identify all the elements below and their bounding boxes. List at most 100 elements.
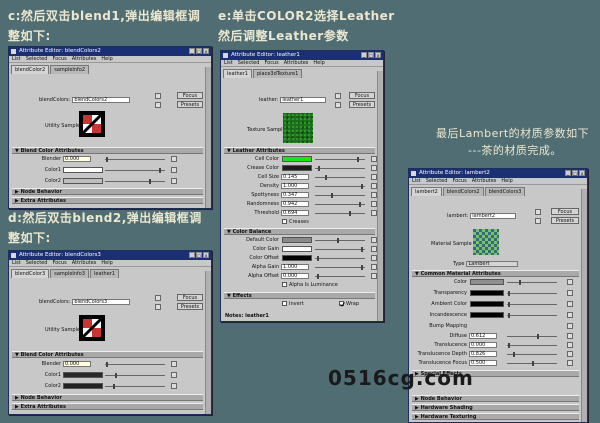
spottyness-slider[interactable] bbox=[315, 195, 365, 196]
color-map-button[interactable] bbox=[567, 279, 573, 285]
scrollbar[interactable] bbox=[581, 189, 587, 422]
alpha-is-luminance-checkbox[interactable] bbox=[282, 282, 287, 287]
type-select[interactable]: Lambert bbox=[466, 261, 519, 267]
maximize-button[interactable]: □ bbox=[368, 52, 374, 58]
blender-slider[interactable] bbox=[105, 364, 165, 365]
alpha-offset-field[interactable]: 0.000 bbox=[281, 273, 309, 279]
color-offset-slider[interactable] bbox=[315, 258, 365, 259]
color1-slider-knob[interactable] bbox=[159, 168, 161, 173]
menu-attributes[interactable]: Attributes bbox=[284, 60, 309, 66]
randomness-slider[interactable] bbox=[315, 204, 365, 205]
color1-slider[interactable] bbox=[105, 375, 165, 376]
close-button[interactable]: x bbox=[579, 170, 585, 176]
color-offset-swatch[interactable] bbox=[282, 255, 312, 261]
maximize-button[interactable]: □ bbox=[572, 170, 578, 176]
color1-swatch[interactable] bbox=[63, 167, 103, 173]
diffuse-map-button[interactable] bbox=[567, 333, 573, 339]
menu-focus[interactable]: Focus bbox=[52, 56, 66, 62]
go-output-icon[interactable] bbox=[335, 102, 341, 108]
incandescence-map-button[interactable] bbox=[567, 312, 573, 318]
blender-map-button[interactable] bbox=[171, 156, 177, 162]
translucence-slider-knob[interactable] bbox=[508, 343, 510, 348]
alpha-offset-slider[interactable] bbox=[315, 276, 365, 277]
color2-map-button[interactable] bbox=[171, 178, 177, 184]
incandescence-slider-knob[interactable] bbox=[508, 313, 510, 318]
alpha-offset-slider-knob[interactable] bbox=[317, 274, 319, 279]
focus-button[interactable]: Focus bbox=[349, 92, 375, 99]
color2-swatch[interactable] bbox=[63, 178, 103, 184]
menu-help[interactable]: Help bbox=[313, 60, 324, 66]
color2-slider-knob[interactable] bbox=[113, 384, 115, 389]
menu-selected[interactable]: Selected bbox=[238, 60, 260, 66]
diffuse-slider[interactable] bbox=[507, 336, 557, 337]
menu-help[interactable]: Help bbox=[101, 260, 112, 266]
close-button[interactable]: x bbox=[203, 48, 209, 54]
translucence-focus-map-button[interactable] bbox=[567, 360, 573, 366]
density-field[interactable]: 1.000 bbox=[281, 183, 309, 189]
crease-color-slider-knob[interactable] bbox=[318, 166, 320, 171]
title-bar[interactable]: Attribute Editor: leather1 _ □ x bbox=[221, 51, 383, 60]
tab-sampleinfo2[interactable]: sampleInfo2 bbox=[50, 65, 90, 74]
menu-attributes[interactable]: Attributes bbox=[72, 260, 97, 266]
scrollbar[interactable] bbox=[377, 71, 383, 321]
color-offset-slider-knob[interactable] bbox=[317, 256, 319, 261]
diffuse-field[interactable]: 0.612 bbox=[469, 333, 497, 339]
alpha-gain-slider-knob[interactable] bbox=[361, 265, 363, 270]
presets-button[interactable]: Presets bbox=[551, 217, 579, 224]
menu-focus[interactable]: Focus bbox=[264, 60, 278, 66]
invert-checkbox[interactable] bbox=[282, 301, 287, 306]
extra-attributes-header[interactable]: ▶ Extra Attributes bbox=[12, 403, 203, 410]
transparency-slider[interactable] bbox=[507, 293, 557, 294]
tab-blendcolor2[interactable]: blendColor2 bbox=[11, 65, 50, 74]
focus-button[interactable]: Focus bbox=[177, 92, 203, 99]
menu-attributes[interactable]: Attributes bbox=[472, 178, 497, 184]
scrollbar[interactable] bbox=[205, 67, 211, 208]
ambient-color-slider-knob[interactable] bbox=[508, 302, 510, 307]
close-button[interactable]: x bbox=[375, 52, 381, 58]
alpha-gain-slider[interactable] bbox=[315, 267, 365, 268]
density-slider[interactable] bbox=[315, 186, 365, 187]
effects-header[interactable]: ▼ Effects bbox=[224, 292, 375, 299]
tab-lambert2[interactable]: lambert2 bbox=[411, 187, 442, 196]
color1-swatch[interactable] bbox=[63, 372, 103, 378]
tab-leather1[interactable]: leather1 bbox=[90, 269, 120, 278]
menu-help[interactable]: Help bbox=[101, 56, 112, 62]
bump-mapping-map-button[interactable] bbox=[567, 323, 573, 329]
blender-field[interactable]: 0.000 bbox=[63, 361, 91, 367]
randomness-field[interactable]: 0.942 bbox=[281, 201, 309, 207]
hardware-texturing-header[interactable]: ▶ Hardware Texturing bbox=[412, 413, 579, 420]
ambient-color-swatch[interactable] bbox=[470, 301, 504, 307]
color-slider[interactable] bbox=[507, 282, 557, 283]
diffuse-slider-knob[interactable] bbox=[537, 334, 539, 339]
default-color-slider-knob[interactable] bbox=[337, 238, 339, 243]
go-output-icon[interactable] bbox=[155, 304, 161, 310]
color2-slider[interactable] bbox=[105, 181, 165, 182]
presets-button[interactable]: Presets bbox=[177, 303, 203, 310]
translucence-depth-map-button[interactable] bbox=[567, 351, 573, 357]
scrollbar[interactable] bbox=[205, 271, 211, 414]
color-balance-header[interactable]: ▼ Color Balance bbox=[224, 228, 375, 235]
threshold-field[interactable]: 0.694 bbox=[281, 210, 309, 216]
tab-blendcolor3[interactable]: blendColor3 bbox=[11, 269, 50, 278]
ambient-color-map-button[interactable] bbox=[567, 301, 573, 307]
translucence-depth-slider-knob[interactable] bbox=[513, 352, 515, 357]
color-slider-knob[interactable] bbox=[519, 280, 521, 285]
crease-color-swatch[interactable] bbox=[282, 165, 312, 171]
color2-slider-knob[interactable] bbox=[149, 179, 151, 184]
color1-map-button[interactable] bbox=[171, 167, 177, 173]
blender-slider-knob[interactable] bbox=[106, 362, 108, 367]
blender-map-button[interactable] bbox=[171, 361, 177, 367]
tab-blendcolors3[interactable]: blendColors3 bbox=[484, 187, 526, 196]
title-bar[interactable]: Attribute Editor: blendColors2 _ □ x bbox=[9, 47, 211, 56]
presets-button[interactable]: Presets bbox=[177, 101, 203, 108]
node-behavior-header[interactable]: ▶ Node Behavior bbox=[12, 188, 203, 195]
menu-help[interactable]: Help bbox=[501, 178, 512, 184]
menu-list[interactable]: List bbox=[224, 60, 233, 66]
focus-button[interactable]: Focus bbox=[177, 294, 203, 301]
randomness-slider-knob[interactable] bbox=[359, 202, 361, 207]
go-output-icon[interactable] bbox=[535, 218, 541, 224]
color2-map-button[interactable] bbox=[171, 383, 177, 389]
focus-button[interactable]: Focus bbox=[551, 208, 579, 215]
translucence-focus-slider-knob[interactable] bbox=[532, 361, 534, 366]
maximize-button[interactable]: □ bbox=[196, 252, 202, 258]
